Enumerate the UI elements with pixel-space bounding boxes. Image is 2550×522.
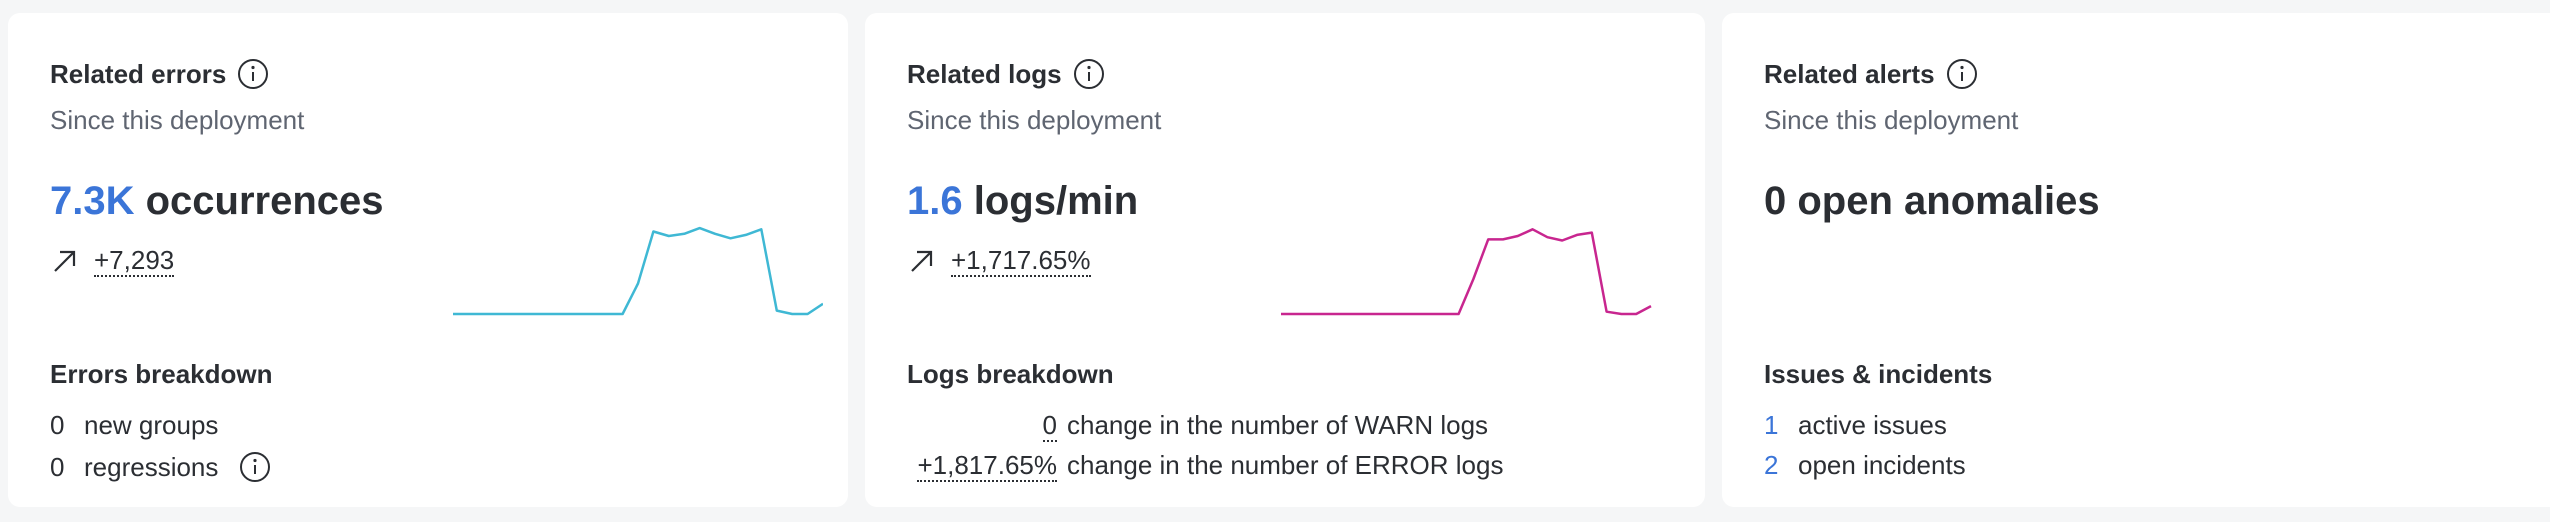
info-icon[interactable] [1072,57,1106,91]
open-anomalies-metric[interactable]: 0 open anomalies [1764,179,2100,224]
card-title: Related alerts [1764,58,1935,89]
occurrences-metric[interactable]: 7.3K occurrences [50,179,384,224]
item-count[interactable]: 1 [1764,410,1798,441]
item-label: regressions [84,451,219,482]
metric-value: 1.6 [907,179,963,223]
trend-value[interactable]: +7,293 [94,245,175,277]
item-count[interactable]: +1,817.65% [907,450,1057,482]
sparkline-series [1281,228,1652,316]
info-icon[interactable] [238,450,272,484]
item-count[interactable]: 2 [1764,450,1798,481]
related-errors-card: Related errors Since this deployment 7.3… [8,13,848,507]
item-label: open incidents [1798,450,1966,480]
section-title: Logs breakdown [907,359,1114,389]
change-value: +1,817.65% [917,450,1057,482]
metric-value: 7.3K [50,179,135,223]
info-icon[interactable] [1945,57,1979,91]
metric-unit: logs/min [973,179,1139,223]
new-groups-item[interactable]: 0 new groups [50,410,218,441]
arrow-up-right-icon [907,246,937,276]
regressions-item[interactable]: 0 regressions [50,450,272,484]
related-alerts-card: Related alerts Since this deployment 0 o… [1722,13,2550,507]
card-subtitle: Since this deployment [907,105,1162,135]
item-count: 0 [50,410,65,440]
sparkline-series [453,226,823,316]
info-icon[interactable] [236,57,270,91]
item-count: 0 [50,451,65,482]
trend-indicator: +7,293 [50,245,175,277]
card-header: Related errors [50,57,270,91]
related-signals-row: Related errors Since this deployment 7.3… [0,0,2550,522]
item-label: active issues [1798,410,1947,440]
errors-sparkline [453,226,823,316]
section-title: Issues & incidents [1764,359,1993,389]
logs-rate-metric[interactable]: 1.6 logs/min [907,179,1138,224]
item-label: change in the number of WARN logs [1067,410,1489,440]
warn-logs-change-item: 0 change in the number of WARN logs [907,410,1489,442]
active-issues-item[interactable]: 1 active issues [1764,410,1947,441]
metric-unit: occurrences [145,179,384,223]
card-header: Related logs [907,57,1106,91]
open-incidents-item[interactable]: 2 open incidents [1764,450,1966,481]
section-title: Errors breakdown [50,359,273,389]
card-title: Related logs [907,58,1062,89]
error-logs-change-item: +1,817.65% change in the number of ERROR… [907,450,1504,482]
card-subtitle: Since this deployment [1764,105,2019,135]
logs-sparkline [1281,228,1652,316]
item-label: new groups [84,410,219,440]
related-logs-card: Related logs Since this deployment 1.6 l… [865,13,1705,507]
trend-indicator: +1,717.65% [907,245,1091,277]
item-label: change in the number of ERROR logs [1067,450,1504,480]
card-title: Related errors [50,58,227,89]
card-header: Related alerts [1764,57,1979,91]
arrow-up-right-icon [50,246,80,276]
card-subtitle: Since this deployment [50,105,305,135]
change-value: 0 [1042,410,1057,442]
item-count[interactable]: 0 [907,410,1057,442]
trend-value[interactable]: +1,717.65% [951,245,1091,277]
